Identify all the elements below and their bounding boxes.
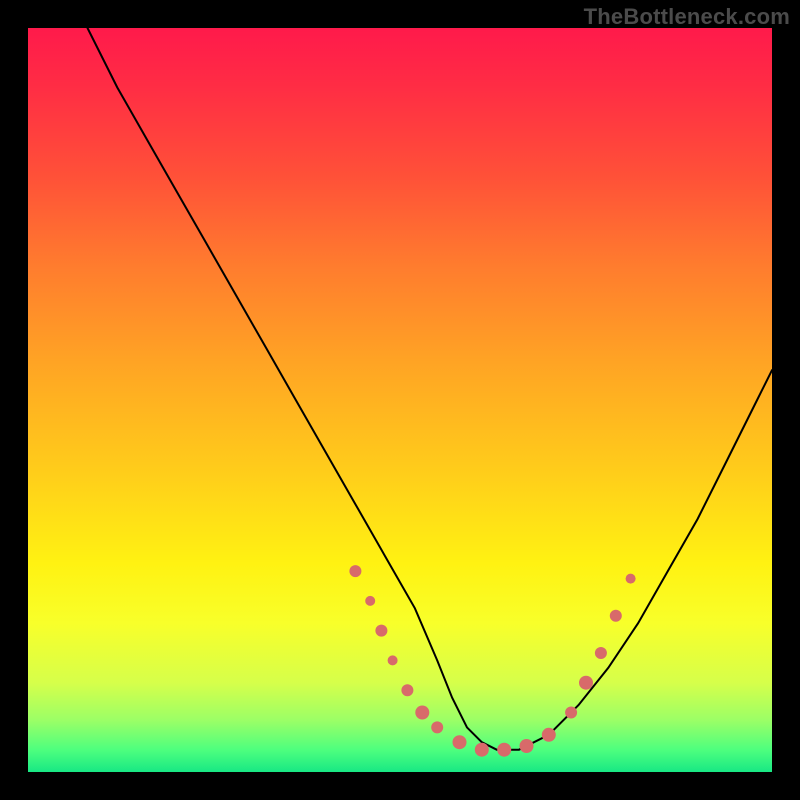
chart-marker xyxy=(415,706,429,720)
chart-marker xyxy=(475,743,489,757)
chart-marker xyxy=(497,743,511,757)
chart-frame: TheBottleneck.com xyxy=(0,0,800,800)
chart-marker xyxy=(579,676,593,690)
chart-marker xyxy=(565,707,577,719)
chart-markers xyxy=(349,565,635,757)
chart-marker xyxy=(375,625,387,637)
watermark-text: TheBottleneck.com xyxy=(584,4,790,30)
chart-marker xyxy=(365,596,375,606)
plot-area xyxy=(28,28,772,772)
chart-marker xyxy=(626,574,636,584)
chart-marker xyxy=(388,655,398,665)
chart-marker xyxy=(542,728,556,742)
chart-marker xyxy=(401,684,413,696)
chart-marker xyxy=(610,610,622,622)
chart-marker xyxy=(431,721,443,733)
chart-svg xyxy=(28,28,772,772)
chart-marker xyxy=(520,739,534,753)
chart-marker xyxy=(453,735,467,749)
chart-marker xyxy=(595,647,607,659)
chart-curve xyxy=(88,28,773,750)
chart-marker xyxy=(349,565,361,577)
